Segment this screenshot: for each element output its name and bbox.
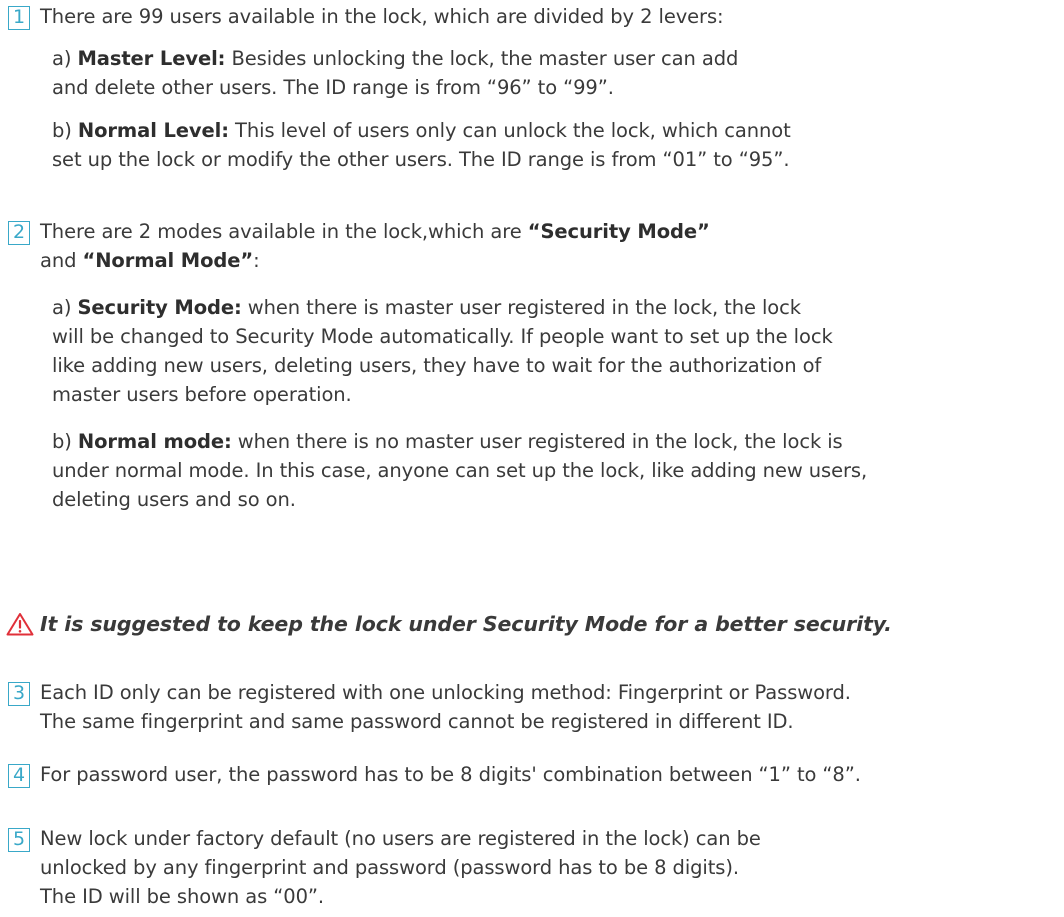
item-1a-rest: Besides unlocking the lock, the master u… [225, 47, 739, 70]
item-1a-prefix: a) [52, 47, 78, 70]
item-number-1: 1 [8, 6, 30, 30]
item-5-line-2: unlocked by any fingerprint and password… [40, 856, 739, 879]
item-1b-prefix: b) [52, 119, 78, 142]
item-2a-prefix: a) [52, 296, 78, 319]
item-2b-prefix: b) [52, 430, 78, 453]
item-2a-line-4: master users before operation. [52, 383, 352, 406]
item-1b-line-2: set up the lock or modify the other user… [52, 148, 790, 171]
item-number-5: 5 [8, 828, 30, 852]
item-3-line-2: The same fingerprint and same password c… [40, 710, 794, 733]
warning-triangle-icon [6, 613, 34, 636]
item-2a-rest: when there is master user registered in … [241, 296, 801, 319]
item-1-text: There are 99 users available in the lock… [40, 5, 724, 28]
item-2-line-2-prefix: and [40, 249, 83, 272]
warning-text: It is suggested to keep the lock under S… [40, 612, 892, 636]
item-2a-line-3: like adding new users, deleting users, t… [52, 354, 822, 377]
item-2a-line-2: will be changed to Security Mode automat… [52, 325, 833, 348]
item-1a-line-2: and delete other users. The ID range is … [52, 76, 614, 99]
item-1a-line-1: a) Master Level: Besides unlocking the l… [52, 45, 738, 73]
item-2-line-2-suffix: : [253, 249, 260, 272]
item-2b-bold: Normal mode: [77, 430, 232, 453]
item-2a-line-1: a) Security Mode: when there is master u… [52, 294, 801, 322]
item-3-line-1: Each ID only can be registered with one … [40, 681, 851, 704]
item-2b-line-2: under normal mode. In this case, anyone … [52, 459, 868, 482]
item-2-line-1-bold: “Security Mode” [527, 220, 710, 243]
item-1b-bold: Normal Level: [77, 119, 229, 142]
item-4-line-1: For password user, the password has to b… [40, 763, 861, 786]
item-1a-bold: Master Level: [77, 47, 226, 70]
item-2b-line-3: deleting users and so on. [52, 488, 296, 511]
item-2-line-2: and “Normal Mode”: [40, 247, 260, 275]
item-5-line-3: The ID will be shown as “00”. [40, 885, 324, 908]
item-2b-line-1: b) Normal mode: when there is no master … [52, 428, 843, 456]
item-2b-rest: when there is no master user registered … [231, 430, 843, 453]
item-number-2: 2 [8, 221, 30, 245]
item-1b-rest: This level of users only can unlock the … [228, 119, 791, 142]
item-number-4: 4 [8, 764, 30, 788]
item-number-3: 3 [8, 682, 30, 706]
item-5-line-1: New lock under factory default (no users… [40, 827, 761, 850]
item-2-line-1-text: There are 2 modes available in the lock,… [40, 220, 528, 243]
item-1b-line-1: b) Normal Level: This level of users onl… [52, 117, 791, 145]
item-2-line-2-bold: “Normal Mode” [82, 249, 254, 272]
item-2a-bold: Security Mode: [77, 296, 242, 319]
item-2-line-1: There are 2 modes available in the lock,… [40, 218, 710, 246]
